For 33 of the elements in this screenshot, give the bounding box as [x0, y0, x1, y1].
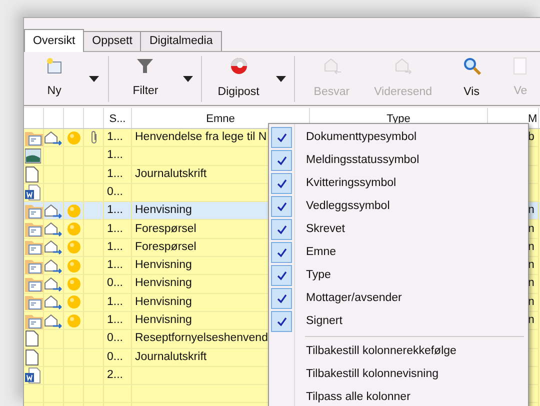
table-cell-text: 1...	[106, 130, 123, 146]
table-cell-text: 0...	[106, 276, 123, 292]
table-cell-text: Forespørsel	[134, 240, 196, 255]
table-cell-text: 1...	[106, 294, 123, 310]
table-cell-text: 1...	[106, 312, 123, 328]
table-cell-text: n	[527, 276, 534, 292]
table-cell-text: 1...	[106, 203, 123, 218]
table-cell-text: n	[527, 312, 534, 328]
table-cell-text: Henvisning	[134, 312, 192, 328]
table-cell-text: 1...	[106, 148, 123, 164]
table-cell-text: b	[527, 130, 534, 146]
table-cell-text: n	[527, 203, 534, 218]
table-cell-text: Journalutskrift	[134, 350, 207, 365]
table-cell-text: 0...	[106, 331, 123, 346]
table-cell-text: Henvisning	[134, 294, 192, 310]
table-cell-text: 0...	[106, 184, 123, 200]
table-cell-text: 1...	[106, 240, 123, 255]
table-cell-text: 2...	[106, 368, 123, 383]
table-cell-text: n	[527, 240, 534, 255]
table-cell-text: Forespørsel	[134, 222, 196, 236]
table-cell-text: n	[527, 294, 534, 310]
table-cell-text: Reseptfornyelseshenvend	[134, 331, 268, 346]
table-cell-text: Henvisning	[134, 203, 192, 218]
table-cell-text: Henvendelse fra lege til N	[134, 130, 267, 146]
table-cell-text: 1...	[106, 222, 123, 236]
table-cell-text: 1...	[106, 166, 123, 182]
table-cell-text: 1...	[106, 258, 123, 274]
table-cell-text: 0...	[106, 350, 123, 365]
table-cell-text: Journalutskrift	[134, 166, 207, 182]
table-cell-text: n	[527, 258, 534, 274]
table-cell-text: Henvisning	[134, 276, 192, 292]
table-cell-text: Henvisning	[134, 258, 192, 274]
table-cell-text: n	[527, 222, 534, 236]
